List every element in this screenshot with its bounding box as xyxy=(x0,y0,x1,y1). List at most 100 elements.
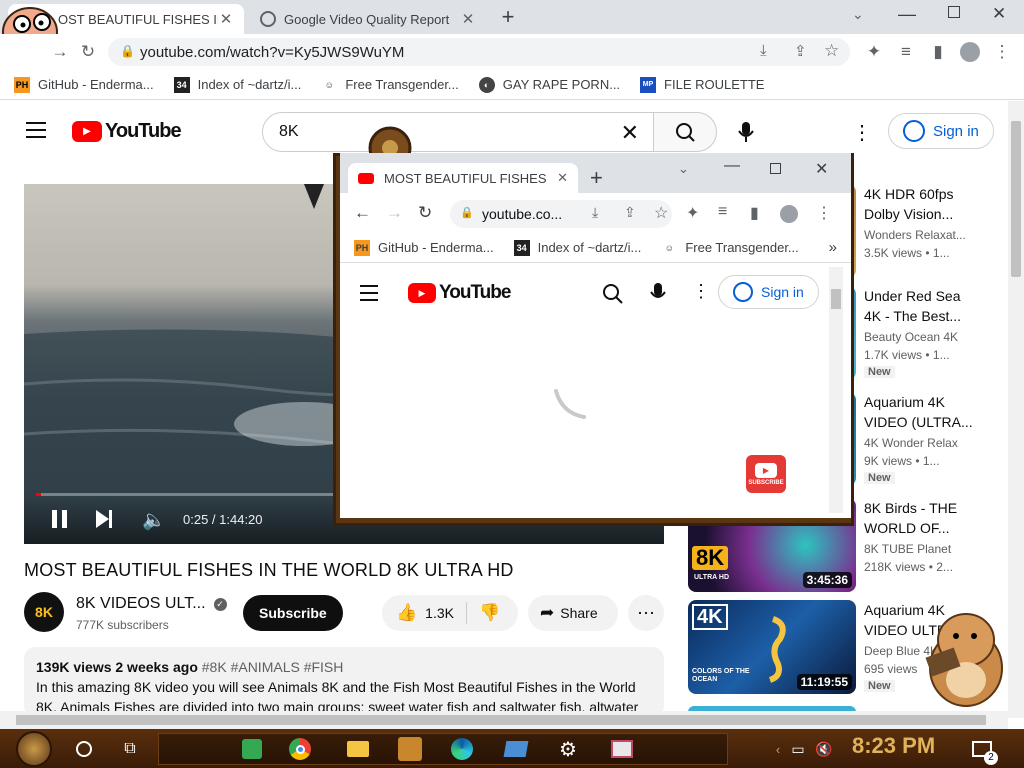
hamburger-menu-icon[interactable] xyxy=(360,285,378,301)
settings-gear-icon[interactable]: ⚙ xyxy=(552,733,584,765)
install-icon[interactable]: ⤓ xyxy=(760,42,767,59)
start-button[interactable] xyxy=(16,731,52,767)
more-bookmarks-icon[interactable]: » xyxy=(829,239,837,256)
forward-icon[interactable]: → xyxy=(48,40,72,64)
search-input[interactable]: 8K ✕ xyxy=(262,112,654,152)
share-icon[interactable]: ⇪ xyxy=(624,204,636,221)
game-app-icon[interactable] xyxy=(394,733,426,765)
close-window-button[interactable]: ✕ xyxy=(992,4,1006,24)
bookmark-star-icon[interactable]: ☆ xyxy=(654,203,668,223)
search-icon[interactable] xyxy=(602,283,624,305)
more-actions-button[interactable]: ⋯ xyxy=(628,595,664,631)
settings-dots-icon[interactable]: ⋮ xyxy=(692,281,710,302)
pause-icon[interactable] xyxy=(52,510,67,528)
media-control-icon[interactable]: ≡ xyxy=(894,40,918,64)
media-control-icon[interactable]: ≡ xyxy=(718,203,727,221)
sidebar-video-title[interactable]: Aquarium 4K VIDEO (ULTRA... xyxy=(864,392,974,432)
edge-icon[interactable] xyxy=(446,733,478,765)
sidebar-video-title[interactable]: 8K Birds - THE WORLD OF... xyxy=(864,498,974,538)
description-box[interactable]: 139K views 2 weeks ago #8K #ANIMALS #FIS… xyxy=(24,647,664,717)
next-icon[interactable] xyxy=(96,510,112,528)
scrollbar-thumb[interactable] xyxy=(1011,121,1021,277)
minimize-button[interactable]: — xyxy=(898,4,916,25)
new-tab-button[interactable]: + xyxy=(590,165,603,191)
bookmark-free[interactable]: ☺ Free Transgender... xyxy=(321,77,459,93)
reload-icon[interactable]: ↻ xyxy=(418,203,432,223)
bookmark-index[interactable]: 34 Index of ~dartz/i... xyxy=(513,239,641,256)
bookmark-star-icon[interactable]: ☆ xyxy=(824,41,839,61)
extensions-icon[interactable]: ✦ xyxy=(686,203,699,223)
like-count[interactable]: 1.3K xyxy=(425,605,454,621)
menu-dots-icon[interactable]: ⋮ xyxy=(990,40,1014,64)
tab-google-report[interactable]: Google Video Quality Report ✕ xyxy=(250,4,486,34)
bookmark-index[interactable]: 34 Index of ~dartz/i... xyxy=(173,76,301,93)
task-view-icon[interactable]: ⧉ xyxy=(114,733,146,765)
popup-scrollbar[interactable] xyxy=(829,267,843,513)
back-icon[interactable]: ← xyxy=(354,203,371,223)
side-panel-icon[interactable]: ▮ xyxy=(750,203,759,223)
popup-address-bar[interactable]: 🔒 youtube.co... ⤓ ⇪ ☆ xyxy=(450,200,672,228)
thumbs-up-icon[interactable]: 👍 xyxy=(396,603,417,623)
new-tab-button[interactable]: + xyxy=(496,6,520,30)
channel-avatar[interactable]: 8K xyxy=(24,592,64,632)
clear-search-icon[interactable]: ✕ xyxy=(621,120,639,146)
bookmark-gay[interactable]: ◐ GAY RAPE PORN... xyxy=(478,76,620,93)
tab-search-icon[interactable]: ⌄ xyxy=(678,161,689,177)
volume-icon[interactable]: 🔈 xyxy=(142,508,166,532)
close-icon[interactable]: ✕ xyxy=(557,170,568,186)
popup-tab[interactable]: MOST BEAUTIFUL FISHES IN THE WORLD ✕ xyxy=(348,163,578,193)
hashtags[interactable]: #8K #ANIMALS #FISH xyxy=(202,659,344,675)
extensions-icon[interactable]: ✦ xyxy=(862,40,886,64)
remote-app-icon[interactable] xyxy=(500,733,532,765)
address-bar[interactable]: 🔒 youtube.com/watch?v=Ky5JWS9WuYM ⤓ ⇪ ☆ xyxy=(108,38,850,66)
mic-icon[interactable] xyxy=(736,121,756,143)
bookmark-file-roulette[interactable]: MP FILE ROULETTE xyxy=(640,76,764,93)
tab-search-icon[interactable]: ⌄ xyxy=(852,6,864,23)
side-panel-icon[interactable]: ▮ xyxy=(926,40,950,64)
youtube-logo[interactable]: ▶ YouTube xyxy=(408,282,511,304)
install-icon[interactable]: ⤓ xyxy=(592,204,598,221)
hamburger-menu-icon[interactable] xyxy=(26,122,46,138)
signin-button[interactable]: Sign in xyxy=(718,275,819,309)
sidebar-video-title[interactable]: 4K HDR 60fps Dolby Vision... xyxy=(864,184,974,224)
forward-icon[interactable]: → xyxy=(386,203,403,223)
profile-icon[interactable] xyxy=(780,205,798,223)
bookmark-free[interactable]: ☺ Free Transgender... xyxy=(661,240,799,256)
share-button[interactable]: ➦ Share xyxy=(528,595,618,631)
spreadsheet-app-icon[interactable] xyxy=(236,733,268,765)
subscribe-watermark[interactable]: ▶ SUBSCRIBE xyxy=(746,455,786,493)
page-scrollbar[interactable] xyxy=(1008,101,1024,718)
chrome-icon[interactable] xyxy=(284,733,316,765)
signin-button[interactable]: Sign in xyxy=(888,113,994,149)
reload-icon[interactable]: ↻ xyxy=(76,40,100,64)
subscribe-button[interactable]: Subscribe xyxy=(243,595,343,631)
close-icon[interactable]: ✕ xyxy=(460,10,476,28)
file-explorer-icon[interactable] xyxy=(342,733,374,765)
close-window-button[interactable]: ✕ xyxy=(815,159,828,179)
search-button[interactable] xyxy=(653,112,717,152)
profile-icon[interactable] xyxy=(958,40,982,64)
sidebar-video-title[interactable]: Under Red Sea 4K - The Best... xyxy=(864,286,974,326)
volume-muted-icon[interactable]: 🔇 xyxy=(808,733,840,765)
horizontal-scrollbar[interactable] xyxy=(0,711,1008,729)
bookmark-github[interactable]: PH GitHub - Enderma... xyxy=(14,76,154,93)
popup-browser-window[interactable]: MOST BEAUTIFUL FISHES IN THE WORLD ✕ + ⌄… xyxy=(340,153,851,518)
settings-dots-icon[interactable]: ⋮ xyxy=(852,120,872,145)
cortana-icon[interactable] xyxy=(68,733,100,765)
notification-icon[interactable]: 2 xyxy=(966,733,998,765)
scrollbar-thumb[interactable] xyxy=(831,289,841,309)
mic-icon[interactable] xyxy=(650,282,666,304)
share-icon[interactable]: ⇪ xyxy=(794,42,807,60)
close-icon[interactable]: ✕ xyxy=(218,10,234,28)
channel-name-row[interactable]: 8K VIDEOS ULT... ✓ xyxy=(76,595,227,613)
taskbar-clock[interactable]: 8:23 PM xyxy=(852,733,935,759)
restore-button[interactable] xyxy=(948,6,960,18)
maximize-button[interactable] xyxy=(770,163,781,174)
youtube-logo[interactable]: ▶ YouTube xyxy=(72,120,182,143)
menu-dots-icon[interactable]: ⋮ xyxy=(816,203,832,223)
hscroll-thumb[interactable] xyxy=(16,715,986,725)
photos-app-icon[interactable] xyxy=(606,733,638,765)
thumbs-down-icon[interactable]: 👎 xyxy=(479,603,500,623)
video-thumbnail[interactable]: 4K COLORS OF THE OCEAN 11:19:55 xyxy=(688,600,856,694)
bookmark-github[interactable]: PH GitHub - Enderma... xyxy=(354,239,494,256)
